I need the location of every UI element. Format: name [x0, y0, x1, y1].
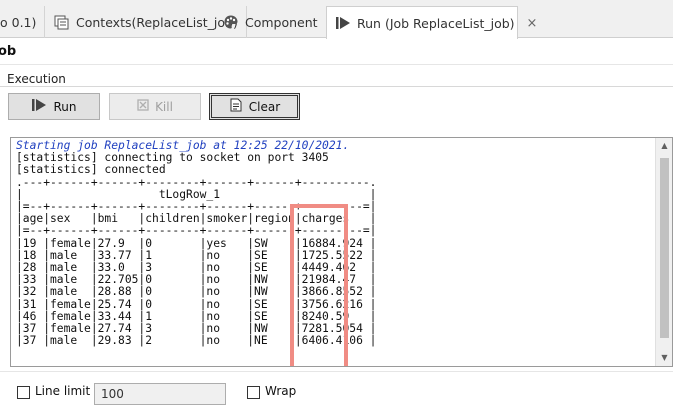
console-text: Starting job ReplaceList_job at 12:25 22…: [16, 139, 377, 348]
clear-button-label: Clear: [248, 99, 281, 114]
tab-component[interactable]: Component: [215, 6, 327, 38]
tab-label: Contexts(ReplaceList_job): [76, 14, 238, 30]
divider: [0, 64, 673, 65]
line-limit-checkbox[interactable]: [17, 386, 30, 399]
run-button-label: Run: [53, 99, 77, 114]
wrap-checkbox[interactable]: [247, 386, 260, 399]
console-output[interactable]: Starting job ReplaceList_job at 12:25 22…: [10, 137, 673, 367]
close-icon[interactable]: ×: [527, 16, 538, 31]
run-icon: [335, 15, 351, 31]
tab-label: Run (Job ReplaceList_job): [357, 15, 515, 31]
tab-label: Component: [245, 14, 318, 30]
clear-button[interactable]: Clear: [209, 93, 300, 120]
line-limit-label: Line limit: [35, 384, 91, 398]
run-button[interactable]: Run: [8, 93, 100, 120]
run-icon: [31, 98, 47, 115]
tab-label: o 0.1): [0, 14, 37, 30]
console-log-body: [statistics] connecting to socket on por…: [16, 151, 377, 348]
line-limit-input[interactable]: [94, 383, 226, 405]
editor-tab-bar: o 0.1) Contexts(ReplaceList_job) Compone…: [0, 0, 673, 39]
contexts-icon: [54, 14, 70, 30]
divider: [0, 371, 673, 372]
console-status-line: Starting job ReplaceList_job at 12:25 22…: [16, 139, 350, 152]
tab-job-version[interactable]: o 0.1): [0, 6, 46, 38]
kill-icon: [137, 99, 149, 114]
vertical-scrollbar[interactable]: ▲ ▼: [655, 138, 672, 366]
tab-run-job[interactable]: Run (Job ReplaceList_job) ×: [326, 6, 537, 39]
page-title: ob: [0, 44, 17, 59]
kill-button-label: Kill: [155, 99, 173, 114]
scrollbar-thumb[interactable]: [660, 158, 669, 338]
kill-button[interactable]: Kill: [109, 93, 201, 120]
scroll-up-icon[interactable]: ▲: [656, 138, 672, 154]
divider: [0, 86, 673, 87]
clear-icon: [229, 98, 243, 115]
execution-section-label: Execution: [7, 72, 66, 86]
palette-icon: [223, 14, 239, 30]
scroll-down-icon[interactable]: ▼: [656, 350, 672, 366]
wrap-label: Wrap: [265, 384, 297, 398]
